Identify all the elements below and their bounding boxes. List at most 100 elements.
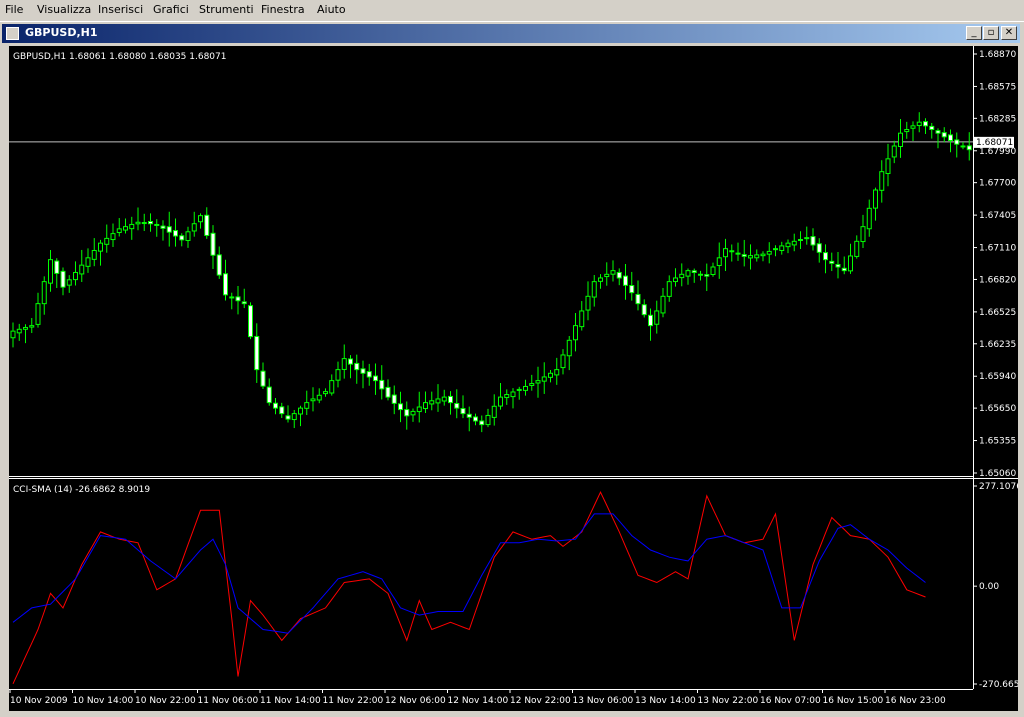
candle-body	[935, 130, 941, 134]
candle-body	[135, 221, 141, 225]
time-tick-label: 12 Nov 14:00	[448, 696, 509, 706]
price-tick-label: 1.67990	[979, 147, 1016, 157]
candle-body	[916, 121, 922, 127]
candle-body	[923, 121, 928, 127]
candle-body	[504, 394, 510, 399]
candle-body	[473, 416, 478, 422]
candle-body	[35, 303, 41, 325]
candle-body	[10, 330, 16, 339]
indicator-tick-label: 277.1076	[979, 482, 1018, 492]
candle-body	[435, 398, 441, 404]
candle-body	[173, 230, 178, 237]
close-button[interactable]: ✕	[1001, 26, 1017, 40]
candle-body	[691, 270, 697, 273]
candle-body	[166, 226, 172, 233]
chart-window-title: GBPUSD,H1	[25, 26, 98, 39]
candle-body	[248, 305, 253, 338]
candle-body	[616, 271, 622, 279]
menu-insert[interactable]: Inserisci	[98, 3, 143, 16]
price-tick-label: 1.65650	[979, 404, 1016, 414]
time-tick-label: 12 Nov 22:00	[510, 696, 571, 706]
candle-body	[291, 413, 297, 421]
menu-help[interactable]: Aiuto	[317, 3, 346, 16]
minimize-button[interactable]: _	[966, 26, 982, 40]
chart-canvas[interactable]: 1.68870 1.68575 1.68285 1.67990 1.67700 1.674…	[9, 46, 1018, 711]
candle-body	[885, 158, 891, 175]
indicator-tick-label: 0.00	[979, 582, 999, 592]
candle	[248, 302, 253, 340]
candle-body	[54, 260, 60, 274]
candle-body	[323, 391, 328, 395]
menu-charts[interactable]: Grafici	[153, 3, 189, 16]
candle-body	[910, 125, 916, 129]
time-tick-label: 13 Nov 06:00	[573, 696, 634, 706]
candle-body	[673, 277, 678, 283]
candle-body	[154, 223, 160, 226]
candle-body	[541, 376, 547, 382]
candle-body	[329, 380, 335, 394]
candle-body	[354, 362, 360, 371]
candle-body	[66, 279, 72, 286]
candle-body	[548, 372, 553, 378]
candle-body	[591, 281, 597, 298]
candle-body	[479, 420, 485, 426]
candle-body	[510, 391, 516, 398]
candle-body	[385, 386, 391, 398]
chart-area[interactable]: 1.68870 1.68575 1.68285 1.67990 1.67700 1.674…	[9, 46, 1018, 711]
candle-body	[679, 273, 685, 279]
price-tick-label: 1.67700	[979, 179, 1016, 189]
menu-window[interactable]: Finestra	[261, 3, 305, 16]
candle-body	[279, 406, 285, 415]
candle-body	[29, 325, 35, 328]
candle-body	[485, 414, 491, 426]
candle-body	[829, 260, 835, 264]
menu-view[interactable]: Visualizza	[37, 3, 91, 16]
candle-body	[210, 232, 216, 256]
candle-body	[498, 396, 503, 407]
candle-body	[573, 325, 578, 341]
candle-body	[223, 273, 228, 296]
time-tick-label: 12 Nov 06:00	[385, 696, 446, 706]
indicator-tick-label: -270.665	[979, 680, 1018, 690]
candle-body	[654, 310, 660, 325]
candle-body	[48, 259, 53, 284]
candle-body	[866, 207, 872, 230]
indicator-info: CCI-SMA (14) -26.6862 8.9019	[13, 485, 150, 495]
price-tick-label: 1.66820	[979, 275, 1016, 285]
price-tick-label: 1.65940	[979, 372, 1016, 382]
price-tick-label: 1.67110	[979, 244, 1016, 254]
candle-body	[316, 394, 322, 401]
candle-body	[810, 236, 816, 246]
candle-body	[310, 398, 316, 402]
candle-body	[391, 394, 397, 404]
candle-body	[398, 403, 403, 411]
candle-body	[729, 250, 735, 253]
candle-body	[966, 145, 972, 151]
candle-body	[585, 295, 591, 311]
candle-body	[841, 267, 847, 272]
time-tick-label: 13 Nov 14:00	[635, 696, 696, 706]
candle-body	[635, 293, 641, 305]
candle-body	[341, 358, 347, 370]
candle-body	[785, 242, 791, 248]
candle-body	[698, 273, 703, 276]
restore-button[interactable]: ▫	[983, 26, 999, 40]
menu-tools[interactable]: Strumenti	[199, 3, 254, 16]
candle-body	[60, 270, 66, 288]
candle-body	[229, 296, 235, 299]
chart-window-icon	[6, 27, 19, 40]
candle-body	[348, 358, 353, 365]
time-tick-label: 11 Nov 14:00	[260, 696, 321, 706]
price-tick-label: 1.65060	[979, 469, 1016, 479]
candle-body	[410, 410, 416, 416]
candle-body	[304, 402, 310, 409]
candle-body	[41, 281, 47, 305]
menu-file[interactable]: File	[5, 3, 23, 16]
candle-body	[460, 408, 466, 415]
candle-body	[710, 266, 716, 276]
candle-body	[954, 139, 960, 145]
candle-body	[448, 395, 453, 404]
candle-body	[423, 402, 428, 410]
candle-body	[185, 231, 191, 241]
chart-window-titlebar[interactable]: GBPUSD,H1 _ ▫ ✕	[2, 24, 1020, 43]
